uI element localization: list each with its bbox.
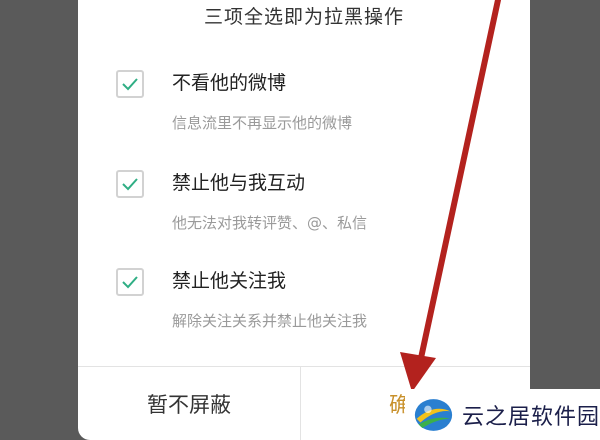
option-block-interaction[interactable]: 禁止他与我互动 他无法对我转评赞、@、私信: [116, 170, 520, 250]
option-title: 不看他的微博: [172, 72, 287, 94]
cancel-button[interactable]: 暂不屏蔽: [78, 367, 300, 440]
option-title: 禁止他关注我: [172, 270, 287, 292]
checkmark-icon: [122, 78, 138, 91]
dialog-title: 三项全选即为拉黑操作: [203, 6, 404, 28]
option-description: 他无法对我转评赞、@、私信: [172, 214, 368, 232]
option-hide-weibo[interactable]: 不看他的微博 信息流里不再显示他的微博: [116, 70, 520, 150]
option-block-follow[interactable]: 禁止他关注我 解除关注关系并禁止他关注我: [116, 268, 520, 348]
checkbox-hide-weibo[interactable]: [116, 70, 144, 98]
block-options-dialog: 三项全选即为拉黑操作 不看他的微博 信息流里不再显示他的微博 禁止他与我互动 他…: [78, 0, 530, 440]
checkmark-icon: [122, 276, 138, 289]
checkmark-icon: [122, 178, 138, 191]
checkbox-block-follow[interactable]: [116, 268, 144, 296]
watermark-text: 云之居软件园: [461, 404, 600, 430]
checkbox-block-interaction[interactable]: [116, 170, 144, 198]
option-description: 解除关注关系并禁止他关注我: [172, 312, 368, 330]
option-description: 信息流里不再显示他的微博: [172, 114, 353, 132]
site-logo-icon: [414, 398, 453, 431]
site-watermark: 云之居软件园: [405, 389, 600, 440]
option-title: 禁止他与我互动: [172, 172, 306, 194]
